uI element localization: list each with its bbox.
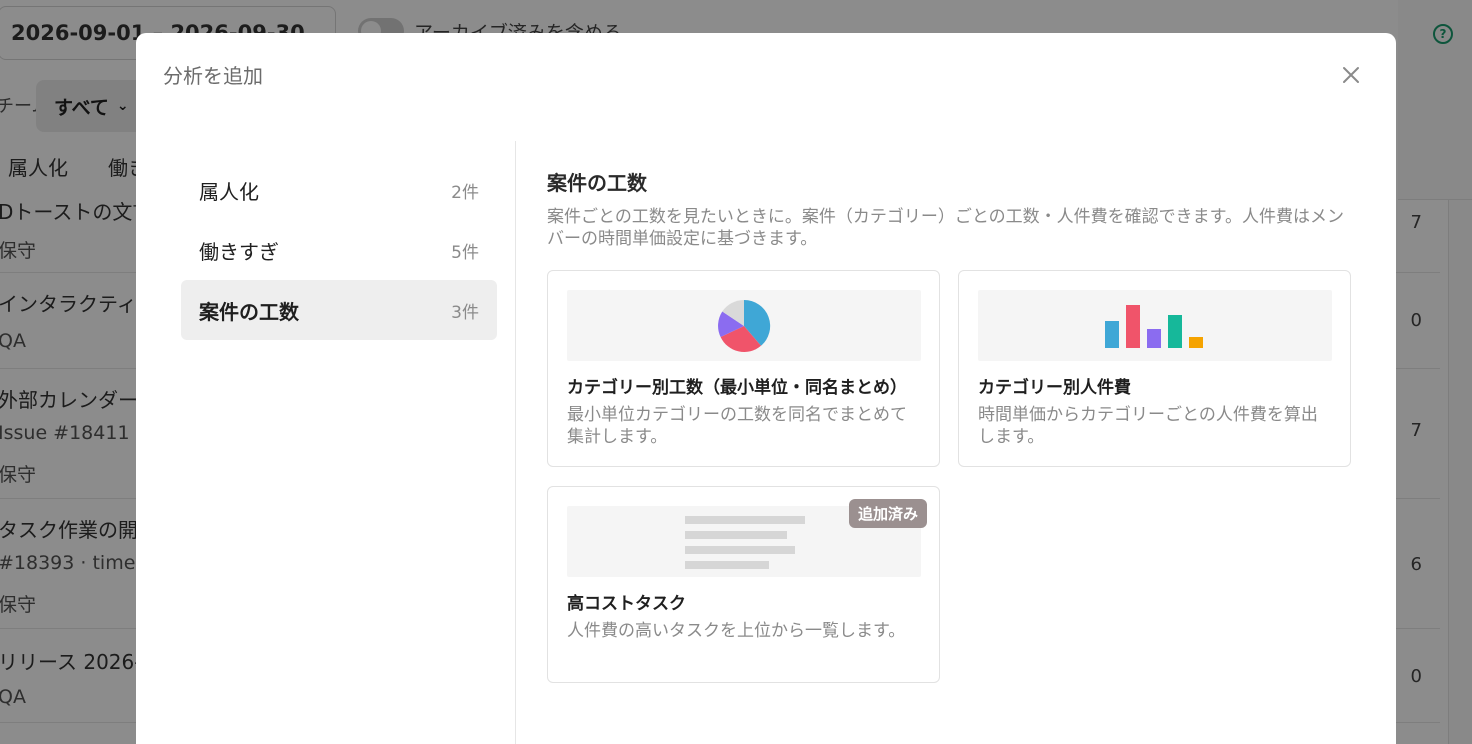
sidebar-item-hatarakisugi[interactable]: 働きすぎ 5件 xyxy=(181,220,497,280)
add-analysis-modal: 分析を追加 属人化 2件 働きすぎ 5件 案件の工数 3件 案件の工数 案件ごと… xyxy=(136,33,1396,744)
card-title: カテゴリー別人件費 xyxy=(978,378,1131,398)
card-thumbnail xyxy=(567,290,921,361)
sidebar-item-label: 働きすぎ xyxy=(199,239,279,264)
section-title: 案件の工数 xyxy=(547,171,647,195)
analysis-card-high-cost-tasks[interactable]: 追加済み 高コストタスク 人件費の高いタスクを上位から一覧します。 xyxy=(547,486,940,683)
close-icon xyxy=(1343,67,1359,83)
card-description: 時間単価からカテゴリーごとの人件費を算出します。 xyxy=(978,405,1318,447)
list-icon xyxy=(685,515,805,569)
card-description: 最小単位カテゴリーの工数を同名でまとめて集計します。 xyxy=(567,405,907,447)
analysis-card-category-hours[interactable]: カテゴリー別工数（最小単位・同名まとめ） 最小単位カテゴリーの工数を同名でまとめ… xyxy=(547,270,940,467)
card-description: 人件費の高いタスクを上位から一覧します。 xyxy=(567,621,906,641)
sidebar-item-count: 5件 xyxy=(451,242,479,263)
category-sidebar: 属人化 2件 働きすぎ 5件 案件の工数 3件 xyxy=(181,160,497,340)
sidebar-item-zokujinka[interactable]: 属人化 2件 xyxy=(181,160,497,220)
bar-chart-icon xyxy=(1105,304,1203,348)
pie-chart-icon xyxy=(718,299,771,352)
card-title: カテゴリー別工数（最小単位・同名まとめ） xyxy=(567,378,907,398)
added-badge: 追加済み xyxy=(848,499,927,528)
panel-divider xyxy=(515,141,516,744)
sidebar-item-label: 属人化 xyxy=(199,179,259,204)
close-button[interactable] xyxy=(1337,61,1365,89)
sidebar-item-anken-kosu[interactable]: 案件の工数 3件 xyxy=(181,280,497,340)
modal-title: 分析を追加 xyxy=(163,64,263,88)
sidebar-item-count: 3件 xyxy=(451,302,479,323)
sidebar-item-label: 案件の工数 xyxy=(199,299,299,324)
analysis-content: 案件の工数 案件ごとの工数を見たいときに。案件（カテゴリー）ごとの工数・人件費を… xyxy=(547,165,1351,250)
card-thumbnail xyxy=(978,290,1332,361)
section-description: 案件ごとの工数を見たいときに。案件（カテゴリー）ごとの工数・人件費を確認できます… xyxy=(547,207,1344,249)
card-title: 高コストタスク xyxy=(567,594,686,614)
analysis-card-category-labor-cost[interactable]: カテゴリー別人件費 時間単価からカテゴリーごとの人件費を算出します。 xyxy=(958,270,1351,467)
sidebar-item-count: 2件 xyxy=(451,182,479,203)
